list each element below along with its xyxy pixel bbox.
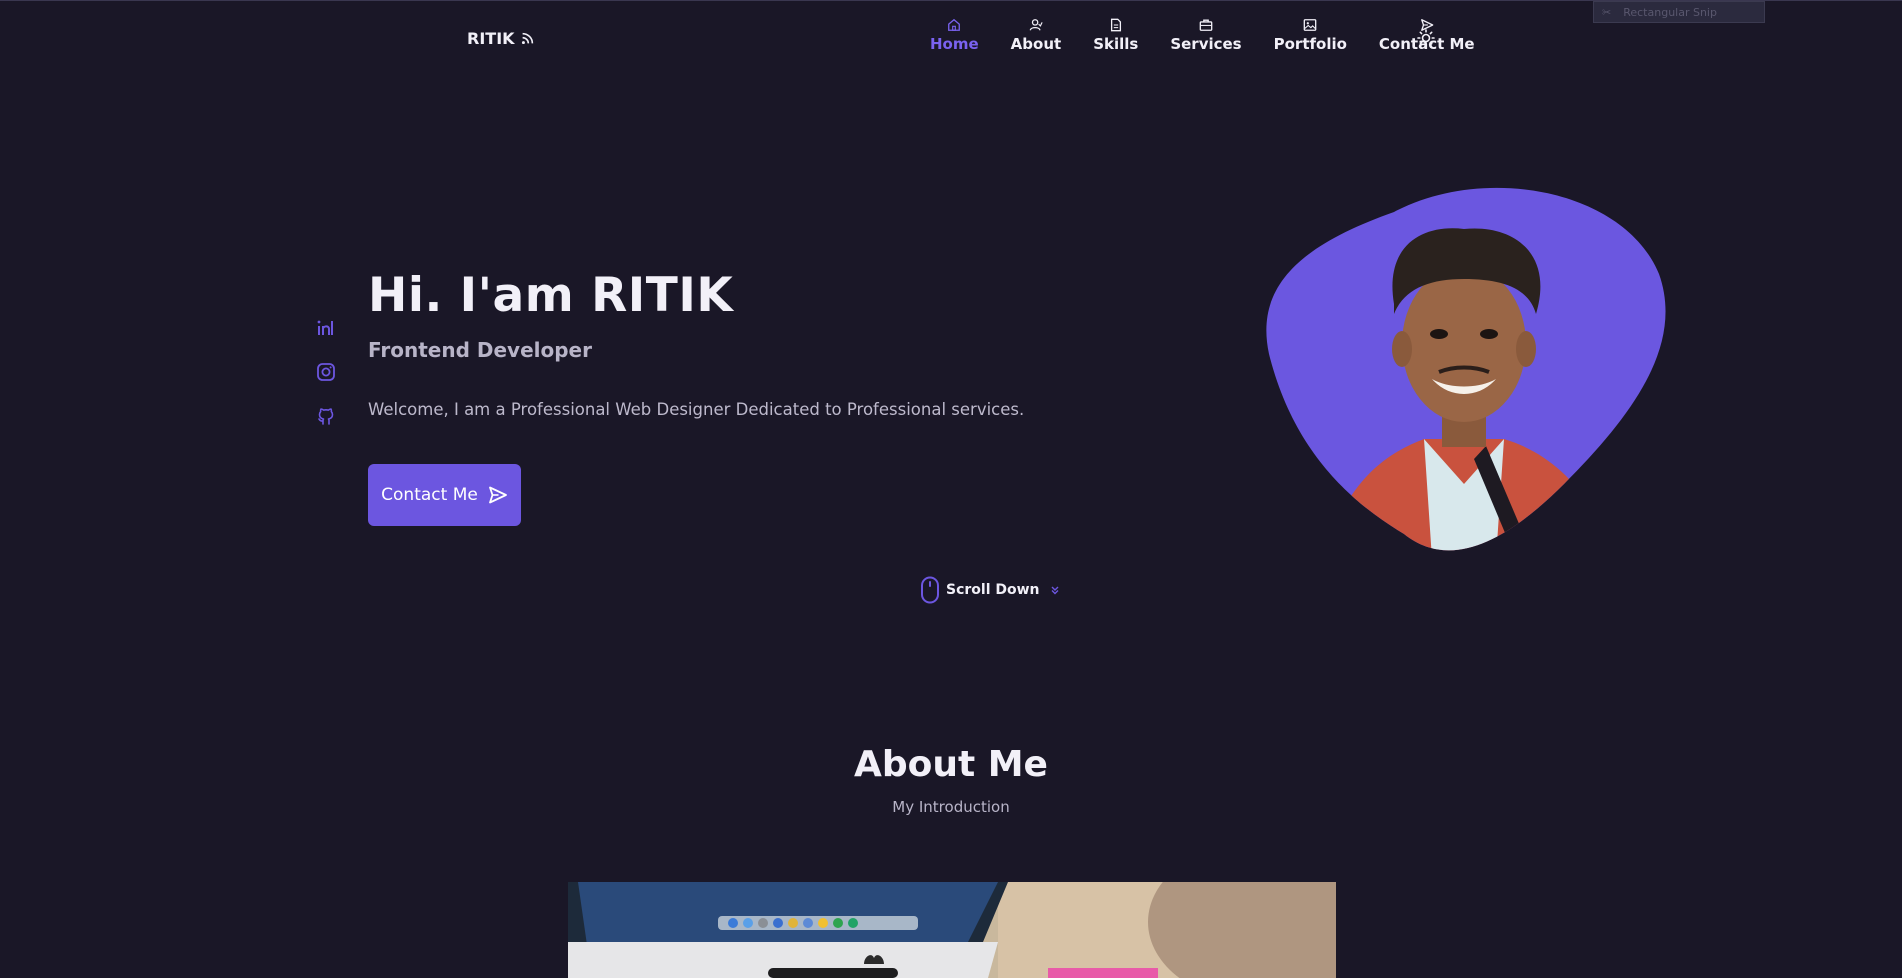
about-section-title: About Me (854, 744, 1048, 785)
rss-icon (521, 32, 533, 45)
github-icon (318, 408, 334, 425)
user-icon (1029, 19, 1043, 31)
linkedin-link[interactable] (316, 318, 336, 338)
hero-description: Welcome, I am a Professional Web Designe… (368, 400, 1025, 419)
send-icon (488, 486, 507, 504)
hero-subtitle: Frontend Developer (368, 338, 592, 362)
nav-portfolio[interactable]: Portfolio (1258, 18, 1363, 53)
github-link[interactable] (316, 406, 336, 426)
nav-home-label: Home (930, 35, 979, 53)
scroll-down-link[interactable]: Scroll Down (920, 576, 1060, 604)
main-nav: Home About Skills Services Portfolio Con… (914, 18, 1491, 53)
file-icon (1110, 18, 1121, 32)
scroll-down-label: Scroll Down (946, 582, 1040, 598)
image-icon (1303, 19, 1317, 31)
nav-about[interactable]: About (995, 18, 1078, 53)
contact-me-button[interactable]: Contact Me (368, 464, 521, 526)
about-section-subtitle: My Introduction (892, 798, 1010, 816)
snip-toolbar[interactable]: ✂ Rectangular Snip (1593, 1, 1765, 23)
contact-me-button-label: Contact Me (381, 485, 478, 505)
social-links (316, 318, 336, 426)
nav-about-label: About (1010, 35, 1062, 53)
instagram-link[interactable] (316, 362, 336, 382)
header: RITIK Home About Skills Services Portfol… (0, 0, 1902, 72)
linkedin-icon (317, 320, 333, 335)
snip-label: Rectangular Snip (1623, 5, 1717, 19)
theme-toggle-button[interactable] (1417, 29, 1435, 47)
sun-icon (1417, 29, 1435, 47)
about-photo (568, 882, 1336, 978)
about-image (568, 882, 1336, 978)
mouse-icon (921, 576, 939, 604)
home-icon (948, 18, 961, 31)
nav-skills[interactable]: Skills (1077, 18, 1154, 53)
briefcase-icon (1199, 19, 1213, 31)
nav-portfolio-label: Portfolio (1273, 35, 1347, 53)
profile-photo (1266, 187, 1666, 551)
logo-text: RITIK (467, 29, 515, 48)
nav-home[interactable]: Home (914, 18, 995, 53)
logo[interactable]: RITIK (467, 29, 534, 48)
nav-services-label: Services (1170, 35, 1242, 53)
profile-image (1264, 184, 1667, 559)
chevron-down-icon (1051, 586, 1059, 595)
hero-title: Hi. I'am RITIK (368, 268, 734, 323)
nav-skills-label: Skills (1093, 35, 1139, 53)
instagram-icon (317, 363, 335, 381)
nav-services[interactable]: Services (1154, 18, 1257, 53)
snip-icon: ✂ (1602, 5, 1612, 19)
